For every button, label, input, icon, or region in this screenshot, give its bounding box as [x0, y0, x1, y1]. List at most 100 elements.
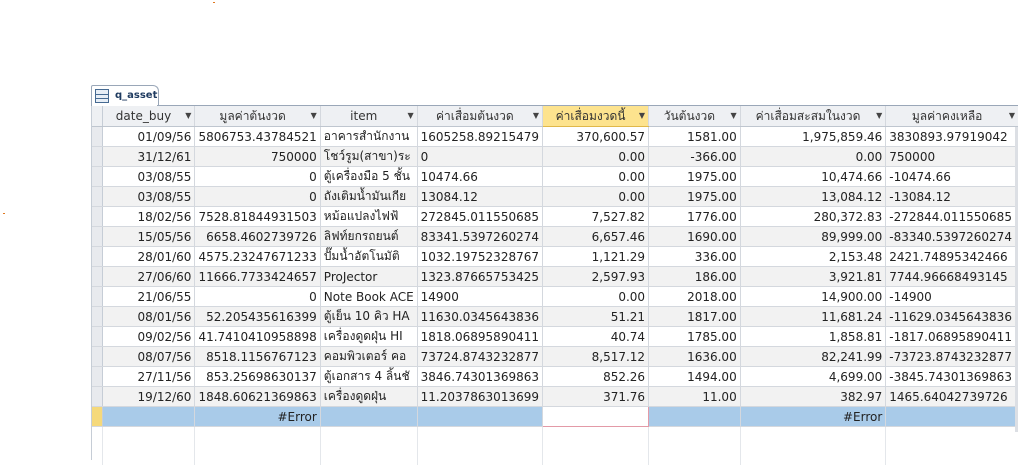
table-cell[interactable]: Note Book ACE [320, 286, 418, 307]
table-cell[interactable]: 0 [194, 186, 321, 207]
table-cell[interactable]: ปั๊มน้ำอัตโนมัติ [320, 246, 418, 267]
record-selector[interactable] [92, 206, 103, 227]
column-header[interactable]: date_buy ▼ [102, 106, 196, 127]
record-selector[interactable] [92, 286, 103, 307]
table-row[interactable]: 27/06/60 11666.7733424657 ProJector 1323.87… [92, 266, 1018, 287]
table-cell[interactable]: 51.21 [542, 306, 650, 327]
table-cell[interactable]: 6,657.46 [542, 226, 650, 247]
table-cell[interactable]: 750000 [194, 146, 321, 167]
table-row[interactable]: 28/01/60 4575.23247671233 ปั๊มน้ำอัตโนมัติ… [92, 246, 1018, 267]
table-cell[interactable]: 0.00 [542, 286, 650, 307]
table-cell[interactable] [320, 406, 418, 427]
table-cell[interactable]: 19/12/60 [102, 386, 196, 407]
table-cell[interactable]: 08/01/56 [102, 306, 196, 327]
table-cell[interactable]: 1581.00 [648, 126, 741, 147]
table-cell[interactable]: -11629.0345643836 [885, 306, 1018, 327]
record-selector[interactable] [92, 306, 103, 327]
table-cell[interactable] [648, 406, 741, 427]
table-cell[interactable]: 2018.00 [648, 286, 741, 307]
table-cell[interactable]: 370,600.57 [542, 126, 650, 147]
table-cell[interactable]: 0.00 [542, 166, 650, 187]
table-cell[interactable]: ลิฟท์ยกรถยนต์ [320, 226, 418, 247]
table-cell[interactable]: 11.00 [648, 386, 741, 407]
table-cell[interactable]: 82,241.99 [740, 346, 887, 367]
table-cell[interactable]: 2,153.48 [740, 246, 887, 267]
table-cell[interactable]: 14900 [417, 286, 544, 307]
table-cell[interactable]: อาคารสำนักงาน [320, 126, 418, 147]
record-selector[interactable] [92, 386, 103, 407]
sort-filter-dropdown-icon[interactable]: ▼ [185, 106, 191, 126]
table-cell[interactable]: หม้อแปลงไฟฟ้ [320, 206, 418, 227]
table-cell[interactable]: 1032.19752328767 [417, 246, 544, 267]
table-cell[interactable]: 03/08/55 [102, 166, 196, 187]
select-all-button[interactable] [92, 106, 103, 127]
sort-filter-dropdown-icon[interactable]: ▼ [1009, 106, 1015, 126]
sort-filter-dropdown-icon[interactable]: ▼ [311, 106, 317, 126]
table-cell[interactable]: โชว์รูม(สาขา)ระ [320, 146, 418, 167]
table-row[interactable]: 31/12/61 750000 โชว์รูม(สาขา)ระ 0 0.00 -366.0… [92, 146, 1018, 167]
table-cell[interactable]: -366.00 [648, 146, 741, 167]
table-cell[interactable]: 0.00 [740, 146, 887, 167]
table-cell[interactable]: 83341.5397260274 [417, 226, 544, 247]
column-header[interactable]: item ▼ [320, 106, 418, 127]
table-cell[interactable]: 8518.1156767123 [194, 346, 321, 367]
table-cell[interactable]: 186.00 [648, 266, 741, 287]
sort-filter-dropdown-icon[interactable]: ▼ [876, 106, 882, 126]
table-row[interactable]: 15/05/56 6658.4602739726 ลิฟท์ยกรถยนต์ 8334… [92, 226, 1018, 247]
table-cell[interactable]: 1818.06895890411 [417, 326, 544, 347]
table-row[interactable]: 09/02/56 41.7410410958898 เครื่องดูดฝุ่น H… [92, 326, 1018, 347]
table-cell[interactable]: 6658.4602739726 [194, 226, 321, 247]
table-cell[interactable]: 11.2037863013699 [417, 386, 544, 407]
table-cell[interactable]: 09/02/56 [102, 326, 196, 347]
table-cell[interactable]: 7528.81844931503 [194, 206, 321, 227]
column-header[interactable]: ค่าเสื่อมงวดนี้ ▼ [542, 106, 650, 127]
table-cell[interactable]: 336.00 [648, 246, 741, 267]
table-cell[interactable]: 1690.00 [648, 226, 741, 247]
table-cell[interactable]: 08/07/56 [102, 346, 196, 367]
table-row[interactable]: 03/08/55 0 ถังเติมน้ำมันเกีย 13084.12 0.00 19… [92, 186, 1018, 207]
table-cell[interactable]: ProJector [320, 266, 418, 287]
record-selector[interactable] [92, 326, 103, 347]
table-cell[interactable]: 1776.00 [648, 206, 741, 227]
table-cell[interactable]: เครื่องดูดฝุ่น [320, 386, 418, 407]
table-cell[interactable]: 40.74 [542, 326, 650, 347]
column-header[interactable]: มูลค่าคงเหลือ ▼ [885, 106, 1018, 127]
table-row[interactable]: 03/08/55 0 ตู้เครื่องมือ 5 ชั้น 10474.66 0.0… [92, 166, 1018, 187]
table-cell[interactable] [885, 406, 1018, 427]
record-selector[interactable] [92, 366, 103, 387]
table-cell[interactable]: 750000 [885, 146, 1018, 167]
table-cell[interactable] [102, 406, 196, 427]
table-cell[interactable]: 853.25698630137 [194, 366, 321, 387]
table-cell[interactable]: -272844.011550685 [885, 206, 1018, 227]
table-cell[interactable]: 14,900.00 [740, 286, 887, 307]
table-cell[interactable]: 03/08/55 [102, 186, 196, 207]
sort-filter-dropdown-icon[interactable]: ▼ [533, 106, 539, 126]
table-cell[interactable]: เครื่องดูดฝุ่น HI [320, 326, 418, 347]
table-cell[interactable]: 4,699.00 [740, 366, 887, 387]
table-cell[interactable]: 382.97 [740, 386, 887, 407]
table-cell[interactable]: 4575.23247671233 [194, 246, 321, 267]
table-row[interactable]: 21/06/55 0 Note Book ACE 14900 0.00 2018.00 14… [92, 286, 1018, 307]
table-cell[interactable]: 1,858.81 [740, 326, 887, 347]
column-header[interactable]: ค่าเสื่อมสะสมในงวด ▼ [740, 106, 887, 127]
table-cell[interactable]: 1975.00 [648, 186, 741, 207]
sort-filter-dropdown-icon[interactable]: ▼ [639, 106, 645, 126]
column-header[interactable]: ค่าเสื่อมต้นงวด ▼ [417, 106, 544, 127]
table-cell[interactable]: -14900 [885, 286, 1018, 307]
table-cell[interactable]: ตู้เย็น 10 คิว HA [320, 306, 418, 327]
table-cell[interactable]: 73724.8743232877 [417, 346, 544, 367]
table-cell[interactable]: 13084.12 [417, 186, 544, 207]
datasheet-grid[interactable]: date_buy ▼ มูลค่าต้นงวด ▼ item ▼ ค่าเสื่อมต้นง… [91, 106, 1018, 465]
table-cell[interactable]: -10474.66 [885, 166, 1018, 187]
table-row[interactable]: 08/07/56 8518.1156767123 คอมพิวเตอร์ คอ 737… [92, 346, 1018, 367]
column-header[interactable]: วันต้นงวด ▼ [648, 106, 741, 127]
table-cell[interactable]: 27/06/60 [102, 266, 196, 287]
record-selector[interactable] [92, 146, 103, 167]
new-record-row[interactable]: #Error #Error [92, 406, 1018, 427]
table-cell[interactable]: 7,527.82 [542, 206, 650, 227]
table-cell[interactable]: 1817.00 [648, 306, 741, 327]
table-cell[interactable]: 11,681.24 [740, 306, 887, 327]
table-row[interactable]: 19/12/60 1848.60621369863 เครื่องดูดฝุ่น 11… [92, 386, 1018, 407]
table-cell[interactable]: 41.7410410958898 [194, 326, 321, 347]
table-cell[interactable]: 272845.011550685 [417, 206, 544, 227]
